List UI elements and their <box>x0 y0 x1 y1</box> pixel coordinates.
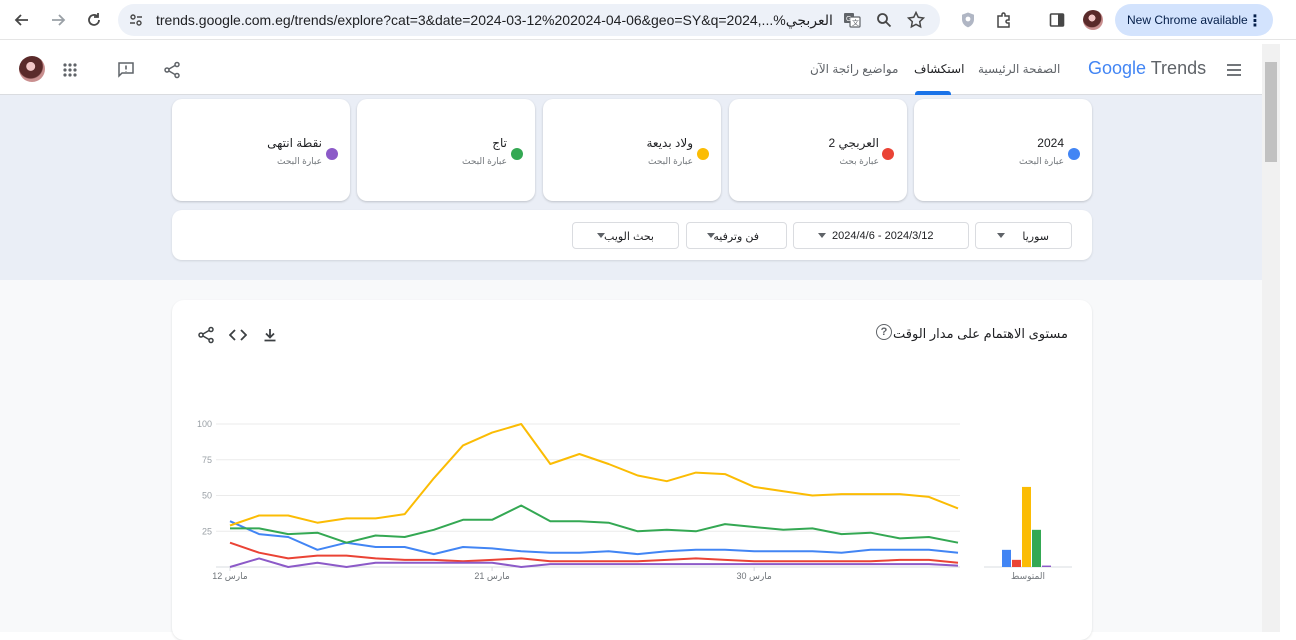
category-value: فن وترفيه <box>713 231 759 243</box>
svg-text:G: G <box>846 16 851 23</box>
nav-trending-now[interactable]: مواضيع رائجة الآن <box>810 62 898 76</box>
series-line-1[interactable] <box>229 520 959 556</box>
series-line-3[interactable] <box>229 423 959 527</box>
page-scrollbar[interactable] <box>1262 44 1280 632</box>
interest-over-time-card: مستوى الاهتمام على مدار الوقت ? 100 75 50 2… <box>172 300 1092 640</box>
average-bar-4[interactable] <box>1032 529 1041 567</box>
interest-line-chart: 100 75 50 25 12 مارس 21 مارس 30 مارس المتوسط <box>197 419 1072 581</box>
y-tick-label: 100 <box>197 419 212 429</box>
series-line-4[interactable] <box>230 504 959 544</box>
x-tick-label: 12 مارس <box>212 571 248 581</box>
term-label: تاج <box>492 136 507 150</box>
extensions-icon[interactable] <box>992 8 1016 32</box>
series-line-5[interactable] <box>229 557 959 568</box>
chevron-down-icon <box>597 233 605 238</box>
average-bar-1[interactable] <box>1002 549 1011 567</box>
account-avatar[interactable] <box>19 56 45 82</box>
term-type: عبارة البحث <box>648 156 693 166</box>
term-color-dot <box>882 148 894 160</box>
y-tick-label: 25 <box>202 526 212 536</box>
nav-explore[interactable]: استكشاف <box>914 62 964 76</box>
share-icon[interactable] <box>160 58 184 82</box>
y-tick-label: 50 <box>202 491 212 501</box>
zoom-icon[interactable] <box>874 10 894 30</box>
term-color-dot <box>1068 148 1080 160</box>
date-select[interactable]: 2024/4/6 - 2024/3/12 <box>793 222 969 249</box>
filters-bar: سوريا 2024/4/6 - 2024/3/12 فن وترفيه بحث… <box>172 210 1092 260</box>
chevron-down-icon <box>818 233 826 238</box>
back-icon[interactable] <box>10 8 34 32</box>
average-bar-5[interactable] <box>1042 565 1051 567</box>
apps-grid-icon[interactable] <box>58 58 82 82</box>
average-bar-3[interactable] <box>1022 486 1031 567</box>
logo-trends-text: Trends <box>1150 58 1207 78</box>
term-card-4[interactable]: تاج عبارة البحث <box>357 99 535 201</box>
term-card-3[interactable]: ولاد بديعة عبارة البحث <box>543 99 721 201</box>
google-trends-logo[interactable]: Google Trends <box>1088 58 1206 79</box>
feedback-icon[interactable] <box>114 58 138 82</box>
geo-select[interactable]: سوريا <box>975 222 1072 249</box>
chevron-down-icon <box>707 233 715 238</box>
category-select[interactable]: فن وترفيه <box>686 222 787 249</box>
search-type-select[interactable]: بحث الويب <box>572 222 679 249</box>
search-type-value: بحث الويب <box>604 231 654 243</box>
reload-icon[interactable] <box>82 8 106 32</box>
average-bar-2[interactable] <box>1012 559 1021 567</box>
term-label: العربجي 2 <box>828 136 879 150</box>
term-card-1[interactable]: 2024 عبارة البحث <box>914 99 1092 201</box>
x-tick-label: 21 مارس <box>474 571 510 581</box>
term-color-dot <box>326 148 338 160</box>
logo-google-text: Google <box>1088 58 1147 78</box>
shield-icon[interactable] <box>956 8 980 32</box>
averages-label: المتوسط <box>1011 571 1045 581</box>
forward-icon[interactable] <box>46 8 70 32</box>
term-label: 2024 <box>1037 136 1064 150</box>
term-type: عبارة البحث <box>1019 156 1064 166</box>
term-color-dot <box>697 148 709 160</box>
date-value: 2024/4/6 - 2024/3/12 <box>832 230 934 242</box>
profile-avatar[interactable] <box>1083 10 1103 30</box>
svg-text:文: 文 <box>852 18 859 27</box>
explore-page: 2024 عبارة البحث العربجي 2 عبارة بحث ولا… <box>0 95 1262 640</box>
y-tick-label: 75 <box>202 455 212 465</box>
url-text: trends.google.com.eg/trends/explore?cat=… <box>156 12 833 28</box>
term-color-dot <box>511 148 523 160</box>
more-menu-icon[interactable]: ⋮ <box>1247 11 1263 31</box>
site-info-icon[interactable] <box>126 10 146 30</box>
x-tick-label: 30 مارس <box>736 571 772 581</box>
browser-toolbar: trends.google.com.eg/trends/explore?cat=… <box>0 0 1296 40</box>
term-type: عبارة البحث <box>462 156 507 166</box>
trends-header: مواضيع رائجة الآن استكشاف الصفحة الرئيسي… <box>0 44 1262 95</box>
translate-icon[interactable]: G文 <box>842 10 862 30</box>
menu-icon[interactable] <box>1222 58 1246 82</box>
update-label: New Chrome available <box>1127 13 1248 27</box>
side-panel-icon[interactable] <box>1045 8 1069 32</box>
term-type: عبارة البحث <box>277 156 322 166</box>
term-card-2[interactable]: العربجي 2 عبارة بحث <box>729 99 907 201</box>
nav-home[interactable]: الصفحة الرئيسية <box>978 62 1060 76</box>
bookmark-star-icon[interactable] <box>906 10 926 30</box>
term-label: ولاد بديعة <box>646 136 693 150</box>
term-card-5[interactable]: نقطة انتهى عبارة البحث <box>172 99 350 201</box>
address-bar[interactable]: trends.google.com.eg/trends/explore?cat=… <box>118 4 940 36</box>
term-label: نقطة انتهى <box>267 136 322 150</box>
scrollbar-thumb[interactable] <box>1265 62 1277 162</box>
term-type: عبارة بحث <box>839 156 879 166</box>
geo-value: سوريا <box>1022 231 1049 243</box>
chevron-down-icon <box>997 233 1005 238</box>
chrome-update-button[interactable]: New Chrome available ⋮ <box>1115 4 1273 36</box>
